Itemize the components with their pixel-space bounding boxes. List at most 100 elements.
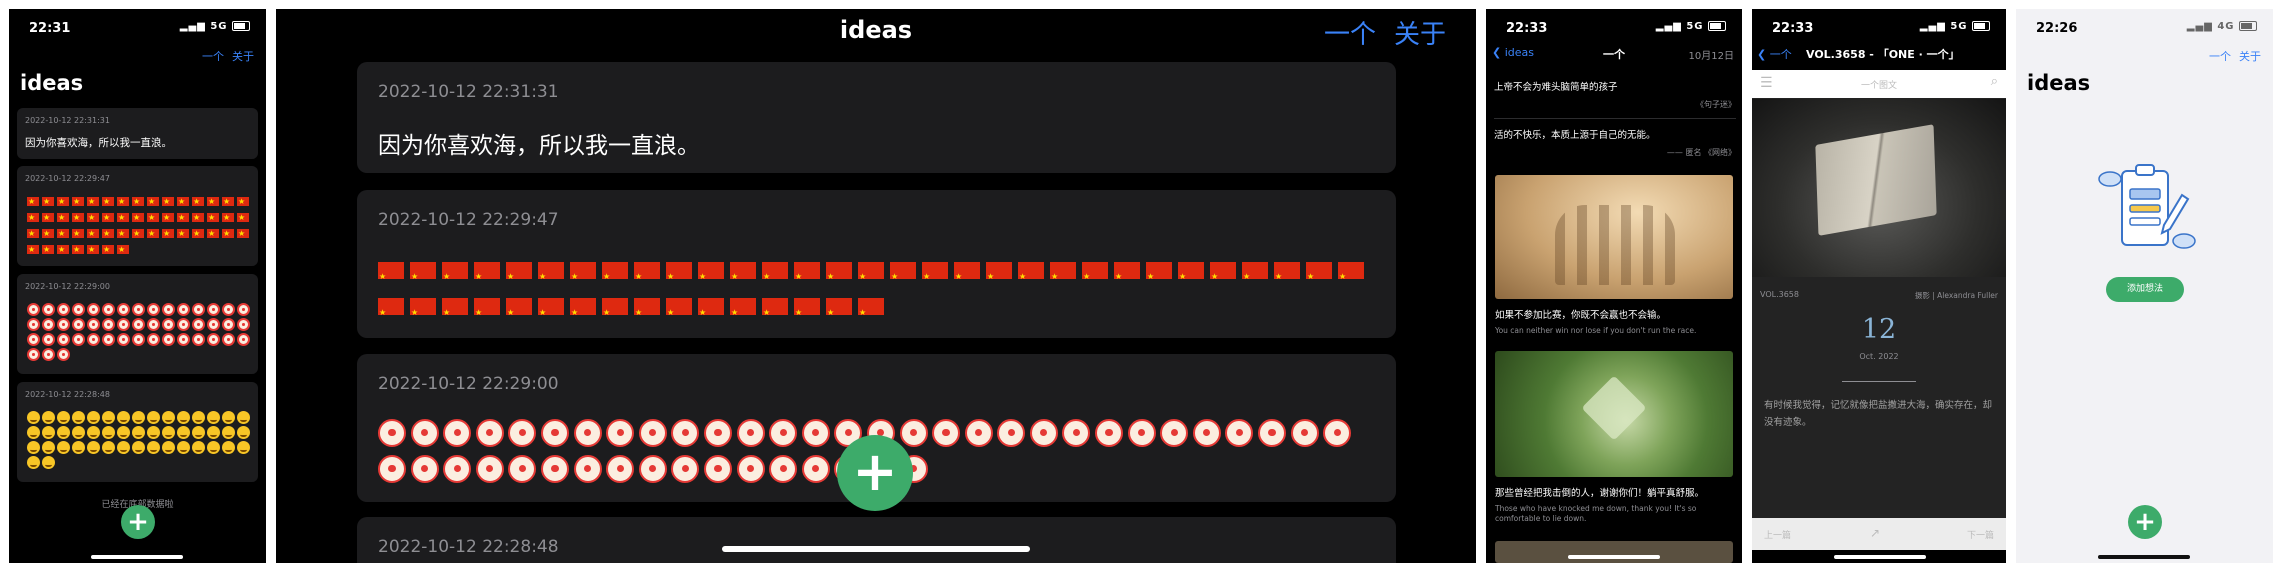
nav-one-link[interactable]: 一个 — [2209, 50, 2231, 63]
idea-card[interactable]: 2022-10-12 22:29:47 — [357, 190, 1396, 338]
web-content: ☰ 一个图文 ⌕ VOL.3658 摄影 | Alexandra Fuller … — [1752, 70, 2006, 550]
smiley-face-icon — [177, 426, 190, 439]
clown-face-icon — [222, 318, 235, 331]
status-icons: ▂▄▆ 5G — [1656, 21, 1726, 32]
clown-face-icon — [475, 454, 504, 483]
flag-cn-icon — [474, 295, 500, 332]
share-icon[interactable]: ↗ — [1870, 526, 1880, 540]
clown-face-icon — [102, 303, 115, 316]
smiley-face-icon — [207, 426, 220, 439]
flag-cn-icon — [378, 295, 404, 332]
clown-face-icon — [736, 454, 765, 483]
clown-face-icon — [87, 318, 100, 331]
smiley-face-icon — [87, 426, 100, 439]
date-day: 12 — [1861, 314, 1897, 345]
clown-face-icon — [964, 418, 993, 447]
clown-face-icon — [997, 418, 1026, 447]
nav-one-link[interactable]: 一个 — [1324, 20, 1376, 50]
smiley-face-icon — [57, 411, 70, 424]
flag-cn-icon — [634, 259, 660, 296]
smiley-face-icon — [102, 411, 115, 424]
flag-cn-icon — [634, 295, 660, 332]
flag-cn-icon — [762, 259, 788, 296]
smiley-face-icon — [42, 441, 55, 454]
clipboard-line-1 — [2129, 188, 2161, 200]
flag-cn-icon — [57, 194, 69, 211]
flag-cn-icon — [954, 259, 980, 296]
smiley-face-icon — [42, 411, 55, 424]
idea-card[interactable]: 2022-10-12 22:31:31 因为你喜欢海，所以我一直浪。 — [357, 62, 1396, 173]
quote-item[interactable]: 上帝不会为难头脑简单的孩子 《句子迷》 — [1494, 79, 1736, 110]
smiley-face-icon — [117, 411, 130, 424]
clown-face-icon — [192, 303, 205, 316]
clipboard-line-3 — [2129, 217, 2161, 226]
add-idea-button[interactable]: + — [2128, 505, 2162, 539]
quote-text: 上帝不会为难头脑简单的孩子 — [1494, 82, 1618, 93]
smiley-face-icon — [42, 456, 55, 469]
clipboard-line-2 — [2129, 204, 2161, 213]
card-timestamp: 2022-10-12 22:31:31 — [378, 82, 559, 102]
home-indicator — [91, 555, 183, 559]
home-indicator — [722, 546, 1030, 552]
nav-about-link[interactable]: 关于 — [2239, 50, 2261, 63]
quote-item[interactable]: 活的不快乐，本质上源于自己的无能。 —— 匿名 《网络》 — [1494, 127, 1736, 158]
clown-face-icon — [27, 318, 40, 331]
smiley-face-icon — [132, 441, 145, 454]
smiley-face-icon — [162, 411, 175, 424]
smiley-face-icon — [237, 441, 250, 454]
back-button[interactable]: ❮ 一个 — [1757, 46, 1792, 62]
nav-about-link[interactable]: 关于 — [1394, 20, 1446, 50]
status-bar: 22:31 ▂▄▆ 5G — [9, 9, 266, 43]
nav-about-link[interactable]: 关于 — [232, 50, 254, 63]
clown-face-icon — [27, 303, 40, 316]
idea-card[interactable]: 2022-10-12 22:28:48 — [17, 382, 258, 482]
flag-cn-icon — [506, 295, 532, 332]
flag-cn-icon — [222, 226, 234, 243]
article-photo-partial — [1495, 541, 1733, 563]
clown-face-icon — [1192, 418, 1221, 447]
smiley-face-icon — [207, 411, 220, 424]
panel-4-one-detail: 22:33 ▂▄▆ 5G ❮ 一个 VOL.3658 - 「ONE · 一个」 … — [1752, 9, 2006, 563]
clown-face-icon — [410, 454, 439, 483]
article-card[interactable]: 那些曾经把我击倒的人，谢谢你们！躺平真舒服。 Those who have kn… — [1495, 351, 1733, 524]
flag-cn-icon — [102, 226, 114, 243]
flag-cn-icon — [1274, 259, 1300, 296]
flag-cn-icon — [27, 226, 39, 243]
clown-face-icon — [508, 454, 537, 483]
smiley-face-icon — [222, 441, 235, 454]
flag-cn-icon — [147, 194, 159, 211]
clown-face-icon — [1095, 418, 1124, 447]
prev-button[interactable]: 上一篇 — [1764, 528, 1791, 541]
add-idea-button[interactable]: + — [121, 505, 155, 539]
idea-card[interactable]: 2022-10-12 22:28:48 — [357, 517, 1396, 563]
clown-face-icon — [192, 318, 205, 331]
clown-face-icon — [703, 418, 732, 447]
clown-face-icon — [1225, 418, 1254, 447]
add-idea-button[interactable]: + — [837, 435, 913, 511]
card-timestamp: 2022-10-12 22:28:48 — [25, 390, 110, 399]
nav-date: 10月12日 — [1688, 51, 1734, 62]
flag-cn-icon — [858, 259, 884, 296]
nav-one-link[interactable]: 一个 — [202, 50, 224, 63]
page-title: ideas — [20, 71, 84, 95]
add-idea-pill-button[interactable]: 添加想法 — [2106, 277, 2184, 302]
clown-face-icon — [177, 318, 190, 331]
flag-cn-icon — [72, 242, 84, 259]
quote-text: 活的不快乐，本质上源于自己的无能。 — [1494, 130, 1656, 141]
clown-face-icon — [638, 454, 667, 483]
article-card[interactable]: 如果不参加比赛，你既不会赢也不会输。 You can neither win n… — [1495, 175, 1733, 335]
flag-cn-icon — [538, 259, 564, 296]
idea-card[interactable]: 2022-10-12 22:31:31 因为你喜欢海，所以我一直浪。 — [17, 108, 258, 159]
clown-face-icon — [147, 303, 160, 316]
status-time: 22:26 — [2036, 21, 2078, 36]
clipboard-clip — [2135, 164, 2155, 176]
idea-card[interactable]: 2022-10-12 22:29:47 — [17, 166, 258, 266]
next-button[interactable]: 下一篇 — [1967, 528, 1994, 541]
divider — [1494, 118, 1736, 119]
search-icon[interactable]: ⌕ — [1991, 74, 1998, 89]
idea-card[interactable]: 2022-10-12 22:29:00 — [17, 274, 258, 374]
clown-face-icon — [207, 333, 220, 346]
flag-cn-icon — [1146, 259, 1172, 296]
flag-cn-icon — [538, 295, 564, 332]
smiley-face-icon — [72, 426, 85, 439]
